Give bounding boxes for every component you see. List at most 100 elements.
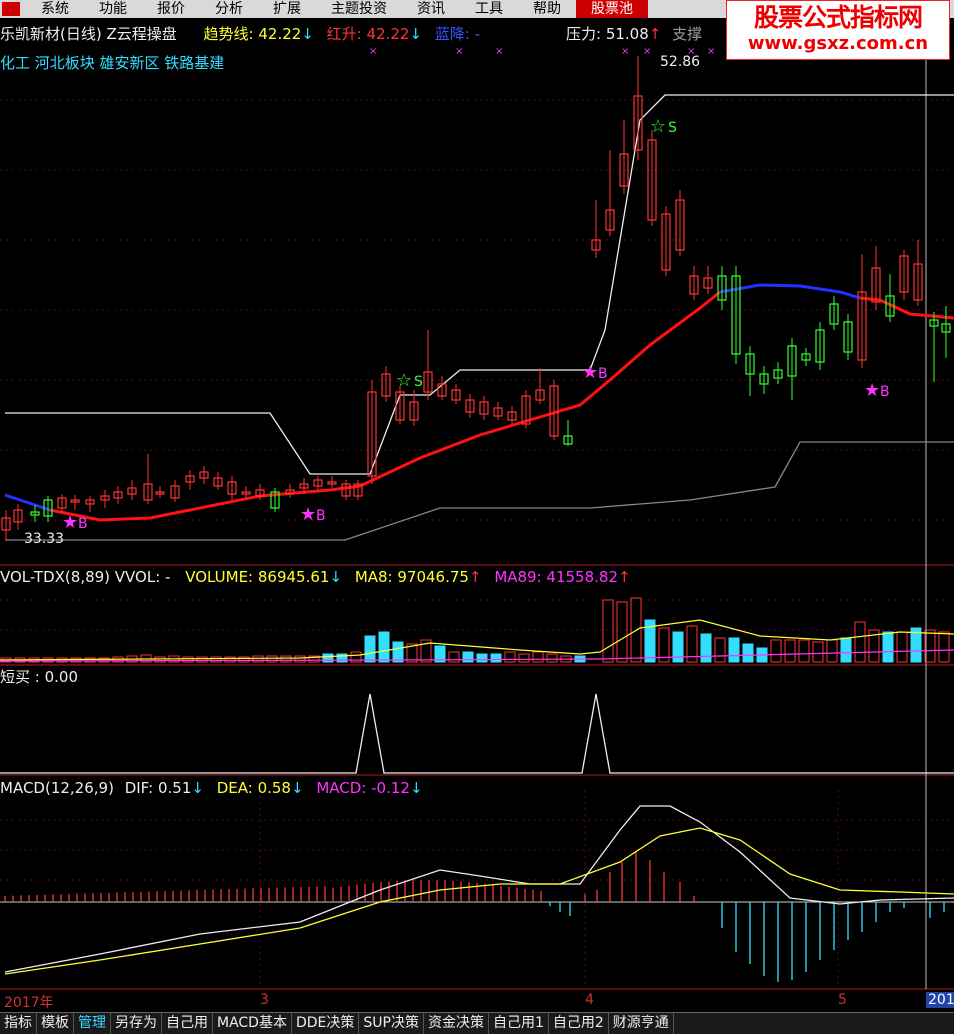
trend-value: 趋势线: 42.22 <box>203 25 302 43</box>
marker-cross-icon: × <box>369 46 377 57</box>
buy-signal-label: B <box>880 384 890 400</box>
dif-line <box>4 805 954 973</box>
arrow-up-icon: ↑ <box>618 568 631 586</box>
tab-own-use-2[interactable]: 自己用2 <box>549 1013 609 1034</box>
pressure-line <box>5 94 954 475</box>
tab-macd-basic[interactable]: MACD基本 <box>213 1013 292 1034</box>
volume-bar <box>882 631 894 663</box>
date-label: 5 <box>838 992 847 1008</box>
date-label: 3 <box>260 992 269 1008</box>
volume-bar <box>182 656 194 663</box>
vol-title-line: VOL-TDX(8,89) VVOL: - VOLUME: 86945.61↓ … <box>0 567 631 587</box>
volume-bar <box>294 655 306 663</box>
buy-star-icon: ★ <box>864 380 880 401</box>
volume-bar <box>518 653 530 663</box>
macd-title-line: MACD(12,26,9) DIF: 0.51↓ DEA: 0.58↓ MACD… <box>0 778 423 798</box>
macd-title: MACD(12,26,9) <box>0 779 114 797</box>
buy-signal-label: B <box>78 516 88 532</box>
volume-bar <box>938 631 950 663</box>
date-label: 2017年 <box>4 995 54 1011</box>
pressure-line: 压力: 51.08↑ 支撑 <box>566 24 702 44</box>
ma8-value: MA8: 97046.75 <box>354 568 469 586</box>
marker-cross-icon: × <box>495 46 503 57</box>
trend-line-red <box>49 290 721 522</box>
volume-bar <box>602 599 614 663</box>
main-title-line: 乐凯新材(日线) Z云程操盘 趋势线: 42.22↓ 红升: 42.22↓ 蓝降… <box>0 24 480 44</box>
buy-signal-label: B <box>598 366 608 382</box>
volume-bar <box>280 655 292 663</box>
buy-signal-label: B <box>316 508 326 524</box>
arrow-up-icon: ↑ <box>648 25 662 43</box>
tab-fund-decision[interactable]: 资金决策 <box>424 1013 489 1034</box>
sell-signal-label: S <box>668 120 677 136</box>
tab-own-use[interactable]: 自己用 <box>162 1013 213 1034</box>
support-value: 支撑 <box>672 25 703 43</box>
chart-canvas[interactable]: ★ B ★ B★ B★ B☆ S☆ S× × × × × × × <box>0 0 954 1033</box>
blue-fall-value: 蓝降: - <box>434 25 481 43</box>
sector-tags: 化工 河北板块 雄安新区 铁路基建 <box>0 54 225 72</box>
marker-cross-icon: × <box>707 46 715 57</box>
macd-value: MACD: -0.12 <box>316 779 410 797</box>
volume-bar <box>896 631 908 663</box>
volume-bar <box>252 655 264 663</box>
volume-bar <box>462 651 474 663</box>
arrow-down-icon: ↓ <box>301 25 314 43</box>
indicator-tab-bar: 指标 模板 管理 另存为 自己用 MACD基本 DDE决策 SUP决策 资金决策… <box>0 1012 954 1034</box>
tab-sup-decision[interactable]: SUP决策 <box>359 1013 424 1034</box>
tab-template[interactable]: 模板 <box>37 1013 74 1034</box>
buy-star-icon: ★ <box>582 362 598 383</box>
ma89-value: MA89: 41558.82 <box>494 568 618 586</box>
short-buy-line <box>0 693 954 774</box>
site-watermark: 股票公式指标网 www.gsxz.com.cn <box>726 0 950 60</box>
trend-line-blue <box>4 493 51 512</box>
trend-line-red <box>859 296 954 320</box>
arrow-down-icon: ↓ <box>191 779 204 797</box>
arrow-down-icon: ↓ <box>409 779 423 797</box>
arrow-down-icon: ↓ <box>409 25 422 43</box>
volume-bar <box>770 639 782 663</box>
volume-bar <box>210 656 222 663</box>
volume-bar <box>812 641 824 663</box>
volume-bar <box>616 601 628 663</box>
volume-bar <box>392 641 404 663</box>
volume-bar <box>840 637 852 663</box>
volume-bar <box>476 653 488 663</box>
short-buy-value: 短买 : 0.00 <box>0 668 78 686</box>
volume-value: VOLUME: 86945.61 <box>185 568 330 586</box>
volume-bar <box>728 637 740 663</box>
volume-bar <box>826 639 838 663</box>
tab-fortune[interactable]: 财源亨通 <box>609 1013 674 1034</box>
tab-manage[interactable]: 管理 <box>74 1013 111 1034</box>
tab-own-use-1[interactable]: 自己用1 <box>489 1013 549 1034</box>
dea-value: DEA: 0.58 <box>216 779 291 797</box>
volume-bar <box>322 653 334 663</box>
volume-bar <box>364 635 376 663</box>
tab-save-as[interactable]: 另存为 <box>111 1013 162 1034</box>
volume-bar <box>532 651 544 663</box>
volume-bar <box>378 631 390 663</box>
sell-star-icon: ☆ <box>650 116 666 137</box>
stock-title: 乐凯新材(日线) Z云程操盘 <box>0 25 177 43</box>
marker-cross-icon: × <box>643 46 651 57</box>
volume-bar <box>742 643 754 663</box>
tab-indicator[interactable]: 指标 <box>0 1013 37 1034</box>
volume-bar <box>490 653 502 663</box>
volume-bar <box>196 656 208 663</box>
dif-value: DIF: 0.51 <box>124 779 192 797</box>
date-label: 4 <box>585 992 594 1008</box>
volume-bar <box>224 656 236 663</box>
tab-dde-decision[interactable]: DDE决策 <box>292 1013 360 1034</box>
date-axis: 2017年 3 4 5 201 <box>0 990 954 1012</box>
trend-line-blue <box>719 283 861 300</box>
volume-bar <box>700 633 712 663</box>
red-rise-value: 红升: 42.22 <box>326 25 410 43</box>
marker-cross-icon: × <box>621 46 629 57</box>
arrow-up-icon: ↑ <box>468 568 482 586</box>
volume-bar <box>448 651 460 663</box>
volume-bar <box>98 657 110 663</box>
buy-star-icon: ★ <box>62 512 78 533</box>
support-line <box>5 441 954 541</box>
high-price-mark: 52.86 <box>660 54 701 70</box>
volume-bar <box>714 637 726 663</box>
vol-title: VOL-TDX(8,89) VVOL: - <box>0 568 171 586</box>
